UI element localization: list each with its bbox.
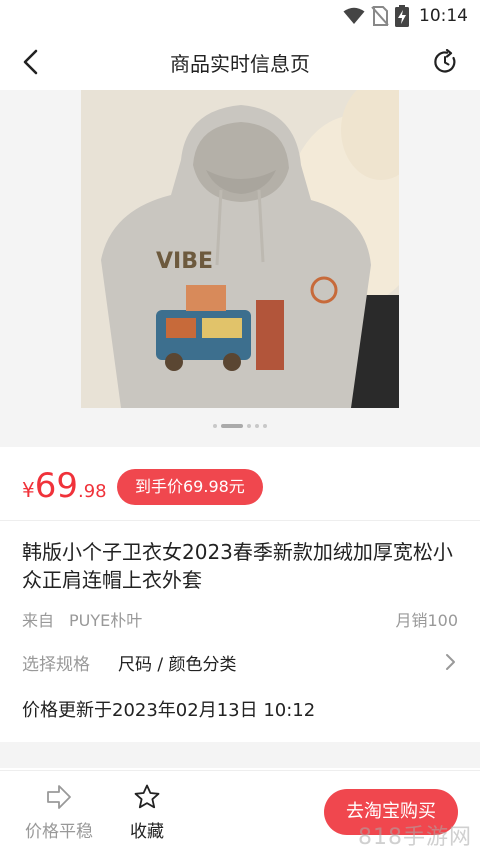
product-gallery[interactable]: VIBE xyxy=(0,90,480,447)
monthly-sales: 月销100 xyxy=(395,611,458,630)
pagination-dot xyxy=(213,424,217,428)
final-price-badge: 到手价69.98元 xyxy=(117,469,263,505)
pagination-dot-active xyxy=(221,424,243,428)
favorite-label: 收藏 xyxy=(130,822,164,842)
svg-text:VIBE: VIBE xyxy=(156,249,213,274)
spec-selector[interactable]: 选择规格 尺码 / 颜色分类 xyxy=(0,648,480,676)
spec-value: 尺码 / 颜色分类 xyxy=(118,655,237,675)
currency-symbol: ¥ xyxy=(22,478,35,502)
star-icon xyxy=(134,784,160,809)
status-bar: 10:14 xyxy=(0,0,480,32)
current-price: ¥69.98 xyxy=(22,466,107,506)
source-row: 来自 PUYE朴叶 月销100 xyxy=(22,607,458,631)
spec-label: 选择规格 xyxy=(22,655,90,675)
price-stable-button[interactable]: 价格平稳 xyxy=(20,783,98,842)
status-time: 10:14 xyxy=(419,6,468,26)
section-spacer xyxy=(0,742,480,768)
gallery-pagination xyxy=(0,424,480,428)
top-nav-bar: 商品实时信息页 xyxy=(0,32,480,90)
no-sim-icon xyxy=(371,6,389,26)
price-updated-time: 价格更新于2023年02月13日 10:12 xyxy=(22,700,316,721)
product-title: 韩版小个子卫衣女2023春季新款加绒加厚宽松小众正肩连帽上衣外套 xyxy=(22,540,453,592)
favorite-button[interactable]: 收藏 xyxy=(118,783,176,842)
wifi-icon xyxy=(343,7,365,24)
page-title: 商品实时信息页 xyxy=(170,52,310,76)
status-icons: 10:14 xyxy=(343,5,468,27)
refresh-icon[interactable] xyxy=(432,49,458,75)
divider xyxy=(0,520,480,521)
chevron-right-icon xyxy=(446,654,455,670)
pagination-dot xyxy=(263,424,267,428)
product-image[interactable]: VIBE xyxy=(81,90,399,408)
source-label: 来自 xyxy=(22,611,55,630)
battery-charging-icon xyxy=(395,5,409,27)
pagination-dot xyxy=(247,424,251,428)
arrow-right-outline-icon xyxy=(47,785,71,809)
price-row: ¥69.98 到手价69.98元 xyxy=(0,462,480,512)
pagination-dot xyxy=(255,424,259,428)
price-integer: 69 xyxy=(34,466,78,506)
watermark: 818手游网 xyxy=(358,825,472,850)
shop-name[interactable]: PUYE朴叶 xyxy=(69,607,142,631)
price-stable-label: 价格平稳 xyxy=(25,822,93,842)
price-decimal: .98 xyxy=(78,481,107,502)
